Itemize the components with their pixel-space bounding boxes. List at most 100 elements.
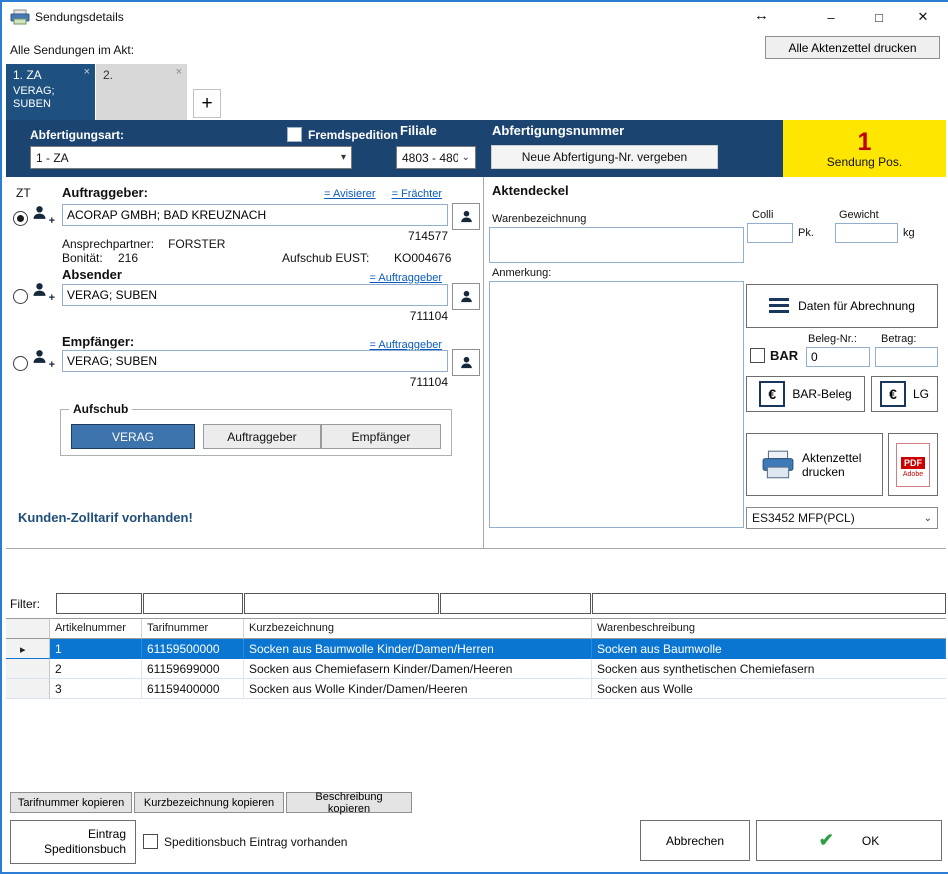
speditionsbuch-checkbox[interactable] (143, 834, 158, 849)
empfaenger-input[interactable] (62, 350, 448, 372)
lg-button[interactable]: € LG (871, 376, 938, 412)
daten-fuer-abrechnung-button[interactable]: Daten für Abrechnung (746, 284, 938, 328)
avisierer-link[interactable]: = Avisierer (324, 188, 375, 200)
add-tab-button[interactable]: + (193, 89, 221, 118)
euro-icon: € (759, 381, 785, 407)
absender-input[interactable] (62, 284, 448, 306)
auftraggeber-uebernehmen-link[interactable]: = Auftraggeber (370, 272, 442, 284)
auftraggeber-radio[interactable] (13, 211, 28, 226)
warenbezeichnung-input[interactable] (489, 227, 744, 263)
beschreibung-kopieren-button[interactable]: Beschreibung kopieren (286, 792, 412, 813)
aktenzettel-drucken-button[interactable]: Aktenzettel drucken (746, 433, 883, 496)
cell-warenbeschreibung[interactable]: Socken aus synthetischen Chemiefasern (592, 659, 946, 679)
column-header-kurzbezeichnung[interactable]: Kurzbezeichnung (244, 619, 592, 639)
section-divider (6, 548, 946, 549)
aufschub-verag-button[interactable]: VERAG (71, 424, 195, 449)
parteien-panel: ZT + + + Auftraggeber: = Avisierer = Frä… (6, 177, 483, 548)
pdf-export-button[interactable]: PDF Adobe (888, 433, 938, 496)
sendungsdetails-window: Sendungsdetails ↔ – □ ✕ Alle Sendungen i… (0, 0, 948, 874)
row-selector-cell[interactable] (6, 659, 50, 679)
bar-beleg-label: BAR-Beleg (792, 387, 851, 401)
empfaenger-kontakt-button[interactable] (452, 349, 480, 376)
cell-tarifnummer[interactable]: 61159400000 (142, 679, 244, 699)
bar-checkbox-row[interactable]: BAR (750, 348, 798, 363)
absender-radio[interactable] (13, 289, 28, 304)
tab-sendung-1[interactable]: 1. ZA × VERAG; SUBEN (6, 64, 95, 120)
ok-button[interactable]: ✔ OK (756, 820, 942, 861)
filter-label: Filter: (10, 597, 40, 611)
empfaenger-nummer: 711104 (336, 375, 448, 389)
person-add-icon[interactable]: + (31, 204, 53, 224)
fremdspedition-checkbox[interactable] (287, 127, 302, 142)
cell-warenbeschreibung[interactable]: Socken aus Wolle (592, 679, 946, 699)
pdf-icon: PDF Adobe (896, 443, 930, 487)
auftraggeber-kontakt-button[interactable] (452, 203, 480, 230)
aufschub-eust-value: KO004676 (394, 251, 451, 265)
close-button[interactable]: ✕ (900, 2, 946, 32)
position-label: Sendung Pos. (827, 155, 902, 169)
table-row[interactable]: ▸ 1 61159500000 Socken aus Baumwolle Kin… (6, 639, 946, 659)
ansprechpartner-value: FORSTER (168, 237, 225, 251)
eintrag-speditionsbuch-button[interactable]: Eintrag Speditionsbuch (10, 820, 136, 864)
pdf-icon-label: PDF (901, 457, 925, 469)
resize-arrows-icon[interactable]: ↔ (754, 7, 769, 24)
empfaenger-links: = Auftraggeber (242, 337, 442, 351)
absender-kontakt-button[interactable] (452, 283, 480, 310)
abfertigungsart-dropdown[interactable]: 1 - ZA ▾ (30, 146, 352, 169)
kurzbezeichnung-kopieren-button[interactable]: Kurzbezeichnung kopieren (134, 792, 284, 813)
table-row[interactable]: 3 61159400000 Socken aus Wolle Kinder/Da… (6, 679, 946, 699)
cell-kurzbezeichnung[interactable]: Socken aus Baumwolle Kinder/Damen/Herren (244, 639, 592, 659)
tab2-close-icon[interactable]: × (176, 66, 182, 78)
filter-input-4[interactable] (440, 593, 591, 614)
row-selector-cell[interactable]: ▸ (6, 639, 50, 659)
fremdspedition-checkbox-row[interactable]: Fremdspedition (287, 127, 398, 142)
alle-aktenzettel-drucken-button[interactable]: Alle Aktenzettel drucken (765, 36, 940, 59)
cell-kurzbezeichnung[interactable]: Socken aus Wolle Kinder/Damen/Heeren (244, 679, 592, 699)
auftraggeber-label: Auftraggeber: (62, 185, 148, 200)
gewicht-input[interactable] (835, 223, 898, 243)
maximize-button[interactable]: □ (856, 2, 902, 32)
tarifnummer-kopieren-button[interactable]: Tarifnummer kopieren (10, 792, 132, 813)
filiale-dropdown[interactable]: 4803 - 480 ⌄ (396, 146, 476, 169)
cell-warenbeschreibung[interactable]: Socken aus Baumwolle (592, 639, 946, 659)
betrag-input[interactable] (875, 347, 938, 367)
cell-tarifnummer[interactable]: 61159699000 (142, 659, 244, 679)
tab1-close-icon[interactable]: × (84, 66, 90, 78)
tab-sendung-2[interactable]: 2. × (96, 64, 187, 120)
beleg-nr-input[interactable] (806, 347, 870, 367)
person-add-icon[interactable]: + (31, 281, 53, 301)
cell-artikelnummer[interactable]: 3 (50, 679, 142, 699)
filter-input-kurzbezeichnung[interactable] (244, 593, 439, 614)
filter-input-warenbeschreibung[interactable] (592, 593, 946, 614)
table-row[interactable]: 2 61159699000 Socken aus Chemiefasern Ki… (6, 659, 946, 679)
neue-abfertigungsnr-button[interactable]: Neue Abfertigung-Nr. vergeben (491, 145, 718, 169)
cell-tarifnummer[interactable]: 61159500000 (142, 639, 244, 659)
bar-checkbox[interactable] (750, 348, 765, 363)
speditionsbuch-checkbox-label: Speditionsbuch Eintrag vorhanden (164, 835, 347, 849)
tarif-tabelle: Artikelnummer Tarifnummer Kurzbezeichnun… (6, 618, 946, 791)
colli-label: Colli (752, 209, 773, 221)
cell-artikelnummer[interactable]: 2 (50, 659, 142, 679)
colli-input[interactable] (747, 223, 793, 243)
aufschub-empfaenger-button[interactable]: Empfänger (321, 424, 441, 449)
cell-artikelnummer[interactable]: 1 (50, 639, 142, 659)
cell-kurzbezeichnung[interactable]: Socken aus Chemiefasern Kinder/Damen/Hee… (244, 659, 592, 679)
person-add-icon[interactable]: + (31, 348, 53, 368)
column-header-artikelnummer[interactable]: Artikelnummer (50, 619, 142, 639)
auftraggeber-input[interactable] (62, 204, 448, 226)
abbrechen-button[interactable]: Abbrechen (640, 820, 750, 861)
filter-input-tarifnummer[interactable] (143, 593, 243, 614)
lg-label: LG (913, 387, 929, 401)
column-header-warenbeschreibung[interactable]: Warenbeschreibung (592, 619, 946, 639)
fraechter-link[interactable]: = Frächter (392, 188, 442, 200)
row-selector-cell[interactable] (6, 679, 50, 699)
filter-input-artikelnummer[interactable] (56, 593, 142, 614)
drucker-dropdown[interactable]: ES3452 MFP(PCL) ⌄ (746, 507, 938, 529)
aufschub-auftraggeber-button[interactable]: Auftraggeber (203, 424, 321, 449)
bar-beleg-button[interactable]: € BAR-Beleg (746, 376, 865, 412)
empfaenger-radio[interactable] (13, 356, 28, 371)
minimize-button[interactable]: – (808, 2, 854, 32)
anmerkung-textarea[interactable] (489, 281, 744, 528)
speditionsbuch-checkbox-row[interactable]: Speditionsbuch Eintrag vorhanden (143, 834, 347, 849)
column-header-tarifnummer[interactable]: Tarifnummer (142, 619, 244, 639)
